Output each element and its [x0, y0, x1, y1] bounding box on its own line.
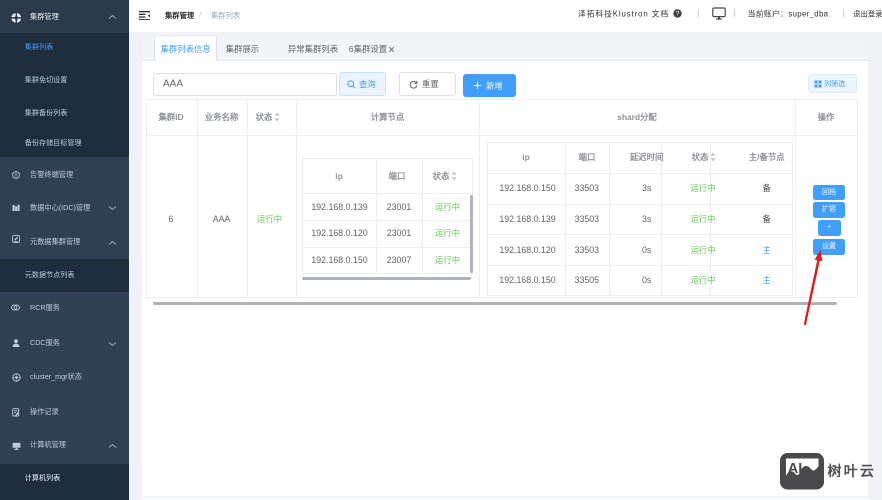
svg-text:?: ? — [676, 10, 680, 17]
